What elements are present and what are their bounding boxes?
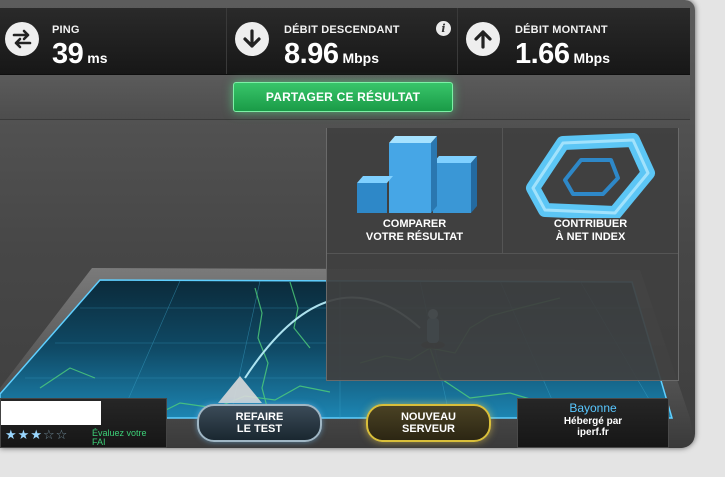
download-value: 8.96 Mbps bbox=[284, 38, 379, 71]
new-server-button[interactable]: NOUVEAU SERVEUR bbox=[366, 404, 491, 442]
ping-unit: ms bbox=[87, 50, 108, 66]
contribute-card[interactable]: CONTRIBUER À NET INDEX bbox=[503, 128, 678, 253]
star-1-icon[interactable]: ★ bbox=[5, 429, 17, 443]
arrow-up-icon bbox=[466, 22, 500, 56]
rating-stars[interactable]: ★ ★ ★ ☆ ☆ bbox=[5, 429, 67, 443]
star-4-icon[interactable]: ☆ bbox=[43, 429, 55, 443]
ping-number: 39 bbox=[52, 38, 84, 70]
share-bar: PARTAGER CE RÉSULTAT bbox=[0, 75, 690, 120]
upload-stat: DÉBIT MONTANT 1.66 Mbps bbox=[458, 8, 690, 74]
ping-value: 39 ms bbox=[52, 38, 108, 71]
compare-card[interactable]: COMPARER VOTRE RÉSULTAT bbox=[327, 128, 502, 253]
compare-label: COMPARER VOTRE RÉSULTAT bbox=[365, 218, 464, 243]
arrow-down-icon bbox=[235, 22, 269, 56]
bar-chart-icon bbox=[357, 136, 477, 213]
info-icon[interactable]: i bbox=[436, 21, 451, 36]
server-city: Bayonne bbox=[569, 401, 617, 415]
upload-label: DÉBIT MONTANT bbox=[515, 24, 608, 36]
star-3-icon[interactable]: ★ bbox=[30, 429, 42, 443]
upload-number: 1.66 bbox=[515, 38, 570, 70]
panel-separator bbox=[327, 253, 678, 254]
download-unit: Mbps bbox=[342, 50, 380, 66]
server-info-box: Bayonne Hébergé par iperf.fr bbox=[517, 398, 669, 448]
star-5-icon[interactable]: ☆ bbox=[56, 429, 68, 443]
rate-isp-text: Évaluez votre FAI bbox=[92, 428, 147, 447]
ping-stat: PING 39 ms bbox=[0, 8, 227, 74]
share-options-panel: COMPARER VOTRE RÉSULTAT CONTRIBUER À NET… bbox=[326, 128, 679, 381]
swap-arrows-icon bbox=[5, 22, 39, 56]
retest-button[interactable]: REFAIRE LE TEST bbox=[197, 404, 322, 442]
download-number: 8.96 bbox=[284, 38, 339, 70]
download-stat: DÉBIT DESCENDANT 8.96 Mbps i bbox=[227, 8, 458, 74]
server-host: Hébergé par iperf.fr bbox=[563, 416, 623, 438]
ping-label: PING bbox=[52, 24, 80, 36]
star-2-icon[interactable]: ★ bbox=[18, 429, 30, 443]
net-index-icon bbox=[526, 133, 655, 218]
results-bar: PING 39ms DÉBIT DESCENDANT 8.96Mbps i bbox=[0, 8, 690, 75]
isp-name-box bbox=[1, 401, 101, 425]
share-result-button[interactable]: PARTAGER CE RÉSULTAT bbox=[233, 82, 453, 112]
download-label: DÉBIT DESCENDANT bbox=[284, 24, 400, 36]
upload-unit: Mbps bbox=[573, 50, 611, 66]
contribute-label: CONTRIBUER À NET INDEX bbox=[553, 218, 628, 243]
speedtest-widget: PING 39ms DÉBIT DESCENDANT 8.96Mbps i bbox=[0, 0, 695, 448]
upload-value: 1.66 Mbps bbox=[515, 38, 610, 71]
isp-rating-box: ★ ★ ★ ☆ ☆ Évaluez votre FAI bbox=[0, 398, 167, 448]
